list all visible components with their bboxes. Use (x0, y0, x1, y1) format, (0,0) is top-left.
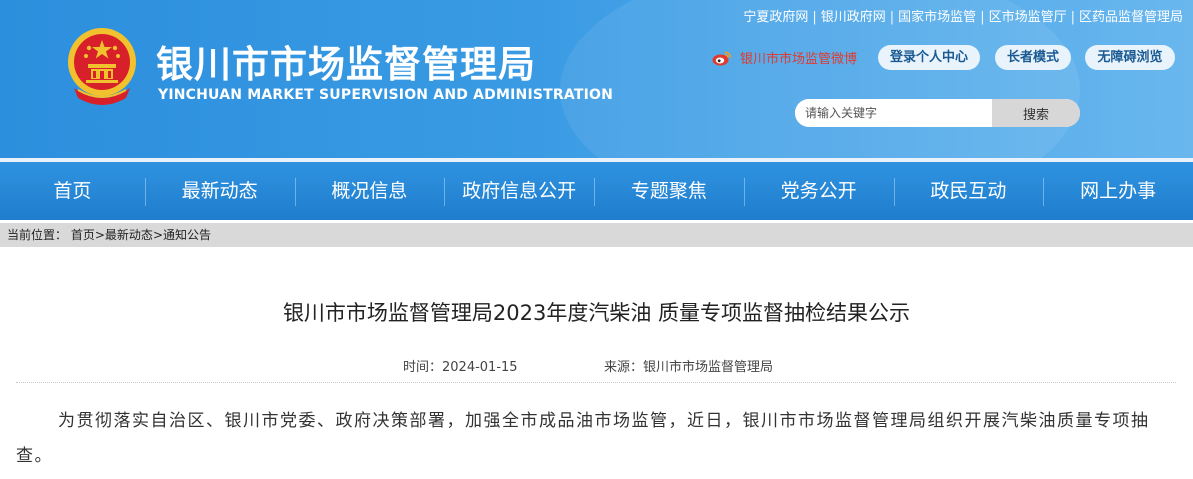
article-divider (16, 382, 1176, 383)
site-title: 银川市市场监督管理局 (156, 43, 536, 86)
nav-item-gov-info[interactable]: 政府信息公开 (444, 162, 594, 220)
article-source: 来源：银川市市场监督管理局 (604, 360, 774, 375)
site-header: 银川市市场监督管理局 YINCHUAN MARKET SUPERVISION A… (0, 0, 1193, 158)
search-button[interactable]: 搜索 (992, 99, 1080, 127)
weibo-link[interactable]: 银川市市场监管微博 (712, 48, 857, 67)
nav-item-online-service[interactable]: 网上办事 (1043, 162, 1193, 220)
article-paragraph: 为贯彻落实自治区、银川市党委、政府决策部署，加强全市成品油市场监管，近日，银川市… (16, 411, 1150, 466)
nav-item-overview[interactable]: 概况信息 (294, 162, 445, 220)
weibo-label: 银川市市场监管微博 (740, 52, 858, 67)
top-link-regional-drug[interactable]: 区药品监督管理局 (1079, 10, 1183, 25)
top-links: 宁夏政府网 | 银川政府网 | 国家市场监管 | 区市场监管厅 | 区药品监督管理局 (743, 6, 1183, 25)
article-title: 银川市市场监督管理局2023年度汽柴油 质量专项监督抽检结果公示 (282, 301, 911, 325)
weibo-icon (712, 51, 732, 65)
login-button[interactable]: 登录个人中心 (878, 45, 980, 70)
search-box: 搜索 (795, 99, 1080, 127)
site-subtitle: YINCHUAN MARKET SUPERVISION AND ADMINIST… (158, 87, 613, 103)
breadcrumb-notices[interactable]: 通知公告 (163, 228, 211, 242)
top-link-separator: | (889, 10, 895, 25)
top-link-separator: | (1070, 10, 1075, 25)
nav-item-topics[interactable]: 专题聚焦 (594, 162, 744, 220)
nav-item-home[interactable]: 首页 (0, 162, 145, 220)
top-link-ningxia-gov[interactable]: 宁夏政府网 (743, 10, 808, 25)
breadcrumb: 当前位置： 首页>最新动态>通知公告 (0, 223, 1193, 247)
breadcrumb-latest-news[interactable]: 最新动态 (105, 228, 153, 242)
search-input[interactable] (795, 99, 992, 127)
national-emblem-icon (68, 28, 136, 105)
top-link-separator: | (980, 10, 985, 25)
top-link-national-market[interactable]: 国家市场监管 (898, 10, 976, 25)
elder-mode-button[interactable]: 长者模式 (995, 45, 1071, 70)
breadcrumb-home[interactable]: 首页 (71, 228, 95, 242)
nav-item-latest-news[interactable]: 最新动态 (144, 162, 295, 220)
accessible-browse-button[interactable]: 无障碍浏览 (1085, 45, 1175, 70)
top-link-separator: | (812, 10, 817, 25)
breadcrumb-prefix: 当前位置： (7, 228, 68, 242)
top-link-yinchuan-gov[interactable]: 银川政府网 (821, 10, 886, 25)
nav-item-party-affairs[interactable]: 党务公开 (743, 162, 894, 220)
article-time: 时间：2024-01-15 (403, 360, 518, 375)
main-nav: 首页 最新动态 概况信息 政府信息公开 专题聚焦 党务公开 政民互动 网上办事 (0, 158, 1193, 220)
breadcrumb-separator: > (94, 228, 105, 242)
top-link-regional-market[interactable]: 区市场监管厅 (989, 10, 1067, 25)
breadcrumb-separator: > (152, 228, 163, 242)
nav-item-interaction[interactable]: 政民互动 (893, 162, 1044, 220)
